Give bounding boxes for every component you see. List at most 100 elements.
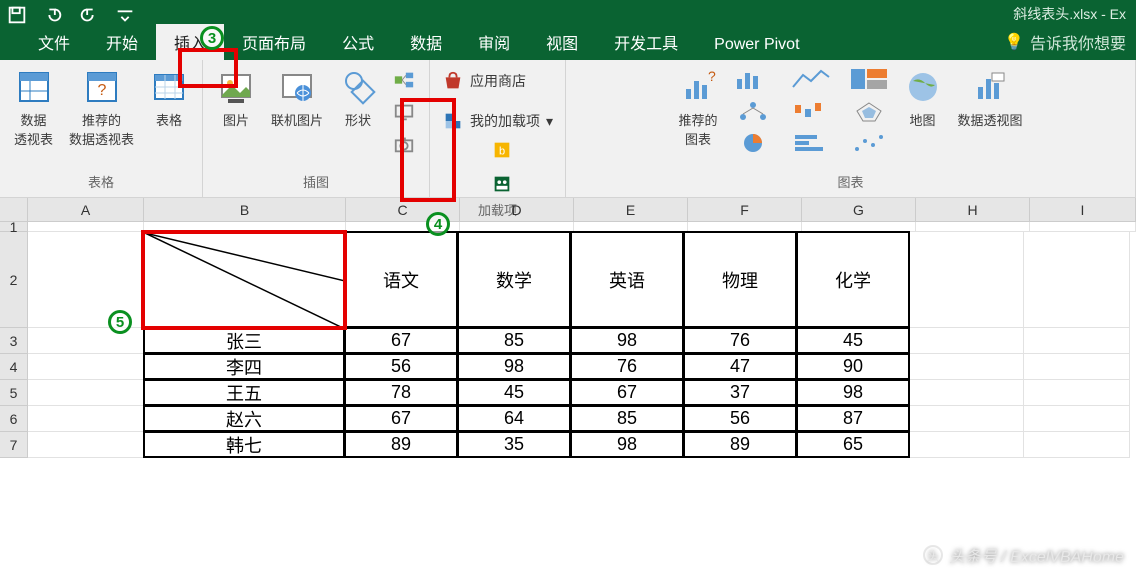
- cell[interactable]: 英语: [570, 231, 684, 328]
- tab-file[interactable]: 文件: [20, 24, 88, 60]
- cell[interactable]: 87: [796, 405, 910, 432]
- cell[interactable]: 78: [344, 379, 458, 406]
- treemap-chart-icon[interactable]: [846, 66, 892, 92]
- cell[interactable]: [1024, 328, 1130, 354]
- row-header[interactable]: 6: [0, 406, 28, 432]
- row-header[interactable]: 7: [0, 432, 28, 458]
- cell[interactable]: [28, 432, 144, 458]
- cell[interactable]: 语文: [344, 231, 458, 328]
- cell[interactable]: [910, 380, 1024, 406]
- cell[interactable]: 67: [344, 405, 458, 432]
- cell[interactable]: 64: [457, 405, 571, 432]
- bar-chart-icon[interactable]: [788, 130, 834, 156]
- tab-dev[interactable]: 开发工具: [596, 24, 696, 60]
- cell[interactable]: 76: [570, 353, 684, 380]
- smartart-icon[interactable]: [389, 66, 419, 94]
- cell[interactable]: [28, 406, 144, 432]
- col-header[interactable]: I: [1030, 198, 1136, 221]
- cell[interactable]: 65: [796, 431, 910, 458]
- rec-charts-button[interactable]: ? 推荐的 图表: [675, 66, 722, 150]
- col-header[interactable]: B: [144, 198, 346, 221]
- row-header[interactable]: 1: [0, 222, 28, 232]
- col-header[interactable]: G: [802, 198, 916, 221]
- cell[interactable]: 76: [683, 327, 797, 354]
- cell[interactable]: 王五: [143, 379, 345, 406]
- cell[interactable]: 98: [570, 327, 684, 354]
- pivot-table-button[interactable]: 数据 透视表: [10, 66, 57, 150]
- cell[interactable]: 56: [344, 353, 458, 380]
- cell[interactable]: [910, 354, 1024, 380]
- waterfall-chart-icon[interactable]: [788, 98, 834, 124]
- cell[interactable]: [916, 222, 1030, 232]
- col-header[interactable]: D: [460, 198, 574, 221]
- cell[interactable]: [1024, 432, 1130, 458]
- shapes-button[interactable]: 形状: [335, 66, 381, 131]
- tab-view[interactable]: 视图: [528, 24, 596, 60]
- cell[interactable]: [28, 354, 144, 380]
- tab-data[interactable]: 数据: [392, 24, 460, 60]
- cell[interactable]: 98: [570, 431, 684, 458]
- cell[interactable]: [28, 380, 144, 406]
- online-picture-button[interactable]: 联机图片: [267, 66, 327, 131]
- row-header[interactable]: 2: [0, 232, 28, 328]
- cell[interactable]: 数学: [457, 231, 571, 328]
- cell[interactable]: 李四: [143, 353, 345, 380]
- cell[interactable]: 67: [344, 327, 458, 354]
- row-header[interactable]: 4: [0, 354, 28, 380]
- rec-pivot-button[interactable]: ? 推荐的 数据透视表: [65, 66, 138, 150]
- cell[interactable]: [1024, 354, 1130, 380]
- cell[interactable]: [1024, 380, 1130, 406]
- cell[interactable]: 85: [570, 405, 684, 432]
- cell[interactable]: 韩七: [143, 431, 345, 458]
- col-header[interactable]: E: [574, 198, 688, 221]
- cell[interactable]: 37: [683, 379, 797, 406]
- tab-formula[interactable]: 公式: [324, 24, 392, 60]
- people-graph-icon[interactable]: [487, 170, 517, 198]
- cell[interactable]: [1030, 222, 1136, 232]
- cell[interactable]: 89: [344, 431, 458, 458]
- radar-chart-icon[interactable]: [846, 98, 892, 124]
- tab-powerpivot[interactable]: Power Pivot: [696, 30, 817, 60]
- col-header[interactable]: F: [688, 198, 802, 221]
- my-addins-button[interactable]: 我的加载项 ▾: [440, 106, 555, 136]
- tab-review[interactable]: 审阅: [460, 24, 528, 60]
- cell[interactable]: 化学: [796, 231, 910, 328]
- save-icon[interactable]: [6, 4, 28, 26]
- app-store-button[interactable]: 应用商店: [440, 66, 528, 96]
- cell[interactable]: [28, 222, 144, 232]
- cell[interactable]: 98: [457, 353, 571, 380]
- cell[interactable]: 47: [683, 353, 797, 380]
- cell[interactable]: 45: [796, 327, 910, 354]
- cell[interactable]: [910, 432, 1024, 458]
- hierarchy-chart-icon[interactable]: [730, 98, 776, 124]
- cell[interactable]: 85: [457, 327, 571, 354]
- cell[interactable]: 45: [457, 379, 571, 406]
- column-chart-icon[interactable]: [730, 66, 776, 92]
- col-header[interactable]: A: [28, 198, 144, 221]
- tab-home[interactable]: 开始: [88, 24, 156, 60]
- qat-customize-icon[interactable]: [114, 4, 136, 26]
- row-header[interactable]: 5: [0, 380, 28, 406]
- cell[interactable]: 98: [796, 379, 910, 406]
- cell[interactable]: 赵六: [143, 405, 345, 432]
- col-header[interactable]: H: [916, 198, 1030, 221]
- cell[interactable]: 90: [796, 353, 910, 380]
- row-header[interactable]: 3: [0, 328, 28, 354]
- cell[interactable]: 35: [457, 431, 571, 458]
- cell[interactable]: [910, 232, 1024, 328]
- redo-icon[interactable]: [78, 4, 100, 26]
- bing-maps-icon[interactable]: b: [487, 136, 517, 164]
- tell-me[interactable]: 💡 告诉我你想要: [1004, 30, 1136, 60]
- tab-layout[interactable]: 页面布局: [224, 24, 324, 60]
- undo-icon[interactable]: [42, 4, 64, 26]
- scatter-chart-icon[interactable]: [846, 130, 892, 156]
- cell[interactable]: [910, 328, 1024, 354]
- cell[interactable]: [910, 406, 1024, 432]
- cell[interactable]: 56: [683, 405, 797, 432]
- cell[interactable]: [1024, 232, 1130, 328]
- pivot-chart-button[interactable]: 数据透视图: [954, 66, 1027, 131]
- cell[interactable]: 张三: [143, 327, 345, 354]
- pie-chart-icon[interactable]: [730, 130, 776, 156]
- cell[interactable]: 物理: [683, 231, 797, 328]
- map-button[interactable]: 地图: [900, 66, 946, 131]
